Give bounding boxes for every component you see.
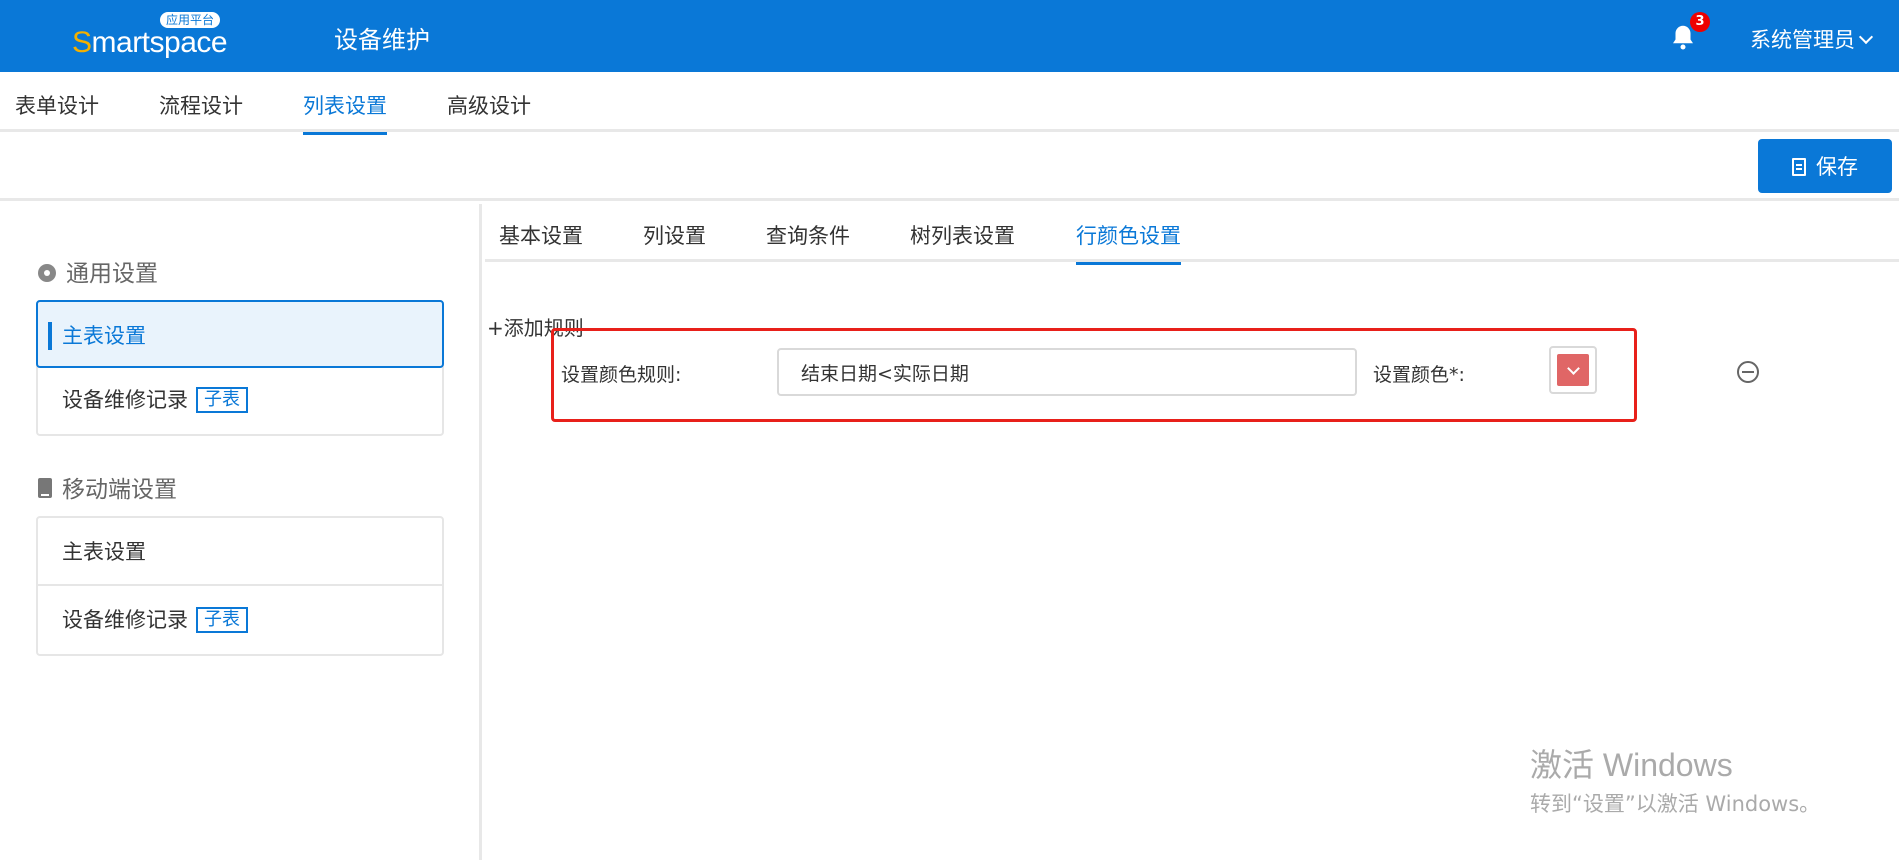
tab-advanced-design[interactable]: 高级设计: [447, 90, 531, 132]
tab-form-design[interactable]: 表单设计: [15, 90, 99, 132]
watermark-line-1: 激活 Windows: [1530, 747, 1733, 783]
watermark-line-2: 转到“设置”以激活 Windows。: [1530, 792, 1821, 816]
sidebar-item-label: 主表设置: [62, 324, 146, 348]
app-title: 设备维护: [334, 26, 430, 54]
color-label: 设置颜色*:: [1373, 364, 1465, 386]
sub-tabs: 基本设置 列设置 查询条件 树列表设置 行颜色设置: [485, 204, 1899, 265]
sidebar-item-label: 设备维修记录: [62, 608, 188, 632]
general-settings-group: 主表设置 设备维修记录 子表: [36, 300, 444, 436]
save-button[interactable]: 保存: [1758, 139, 1892, 193]
logo-text: Smartspace: [72, 26, 228, 59]
windows-activation-watermark: 激活 Windows 转到“设置”以激活 Windows。: [1530, 740, 1820, 818]
chevron-down-icon: [1858, 29, 1874, 45]
user-menu[interactable]: 系统管理员: [1750, 24, 1874, 54]
mobile-settings-title: 移动端设置: [38, 470, 177, 504]
user-name: 系统管理员: [1750, 28, 1855, 52]
gear-icon: [38, 264, 56, 282]
general-settings-title: 通用设置: [38, 254, 158, 288]
mobile-icon: [38, 478, 52, 498]
sidebar-item-label: 设备维修记录: [62, 388, 188, 412]
main-tabs: 表单设计 流程设计 列表设置 高级设计: [0, 72, 1899, 135]
tab-basic-settings[interactable]: 基本设置: [499, 220, 583, 262]
sidebar-item-mobile-main-table[interactable]: 主表设置: [38, 518, 442, 586]
tab-tree-list-settings[interactable]: 树列表设置: [910, 220, 1015, 262]
general-settings-label: 通用设置: [66, 261, 158, 287]
subtable-tag: 子表: [196, 387, 248, 413]
tab-row-color-settings[interactable]: 行颜色设置: [1076, 220, 1181, 265]
color-rule-label: 设置颜色规则:: [561, 364, 682, 386]
color-picker[interactable]: [1549, 346, 1597, 394]
sidebar-item-mobile-repair-records[interactable]: 设备维修记录 子表: [38, 586, 442, 654]
tab-list-settings[interactable]: 列表设置: [303, 90, 387, 135]
tab-flow-design[interactable]: 流程设计: [159, 90, 243, 132]
subtable-tag: 子表: [196, 607, 248, 633]
notification-badge: 3: [1690, 12, 1710, 32]
tab-column-settings[interactable]: 列设置: [643, 220, 706, 262]
color-rule-input[interactable]: [777, 348, 1357, 396]
smartspace-logo[interactable]: 应用平台 Smartspace: [72, 12, 228, 62]
sidebar: 通用设置 主表设置 设备维修记录 子表 移动端设置 主表设置 设备维修记录 子表: [0, 204, 482, 860]
sidebar-item-label: 主表设置: [62, 540, 146, 564]
toolbar: 保存: [0, 135, 1899, 201]
top-header: 应用平台 Smartspace 设备维护 3 系统管理员: [0, 0, 1899, 72]
remove-rule-icon[interactable]: [1737, 361, 1759, 383]
tab-query-conditions[interactable]: 查询条件: [766, 220, 850, 262]
sidebar-item-main-table[interactable]: 主表设置: [36, 300, 444, 368]
mobile-settings-label: 移动端设置: [62, 477, 177, 503]
document-icon: [1792, 158, 1806, 176]
save-label: 保存: [1816, 155, 1858, 179]
mobile-settings-group: 主表设置 设备维修记录 子表: [36, 516, 444, 656]
sidebar-item-repair-records[interactable]: 设备维修记录 子表: [38, 366, 442, 434]
color-swatch: [1557, 354, 1589, 386]
